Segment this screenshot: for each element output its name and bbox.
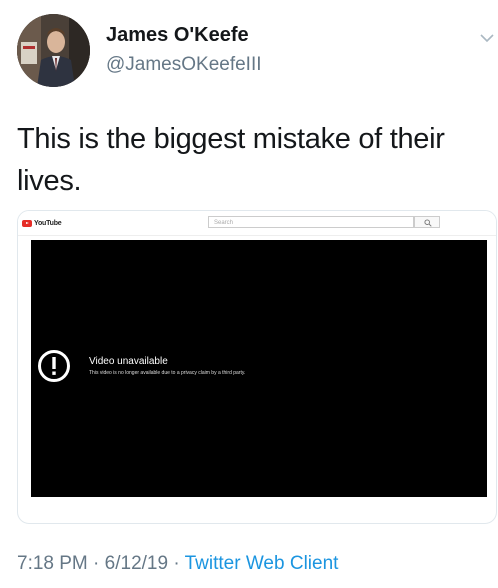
- meta-separator: ·: [173, 553, 180, 574]
- youtube-logo-icon: [22, 219, 32, 227]
- avatar[interactable]: [17, 14, 90, 87]
- chevron-down-icon[interactable]: [480, 30, 494, 43]
- exclamation-circle-icon: [37, 349, 71, 383]
- user-handle[interactable]: @JamesOKeefeIII: [106, 54, 262, 76]
- tweet-text: This is the biggest mistake of their liv…: [17, 123, 445, 197]
- tweet-source-link[interactable]: Twitter Web Client: [185, 553, 339, 574]
- tweet-date[interactable]: 6/12/19: [105, 553, 168, 574]
- video-unavailable-title: Video unavailable: [89, 356, 168, 367]
- youtube-header: YouTube Search: [18, 211, 496, 236]
- embedded-video-card[interactable]: YouTube Search Video unavailable This vi…: [17, 210, 497, 524]
- youtube-logo-text: YouTube: [34, 219, 62, 227]
- search-input[interactable]: Search: [208, 216, 414, 228]
- video-unavailable-message: This video is no longer available due to…: [89, 370, 246, 376]
- search-button[interactable]: [414, 216, 440, 228]
- video-player[interactable]: Video unavailable This video is no longe…: [31, 240, 487, 497]
- search-icon: [424, 219, 432, 227]
- display-name[interactable]: James O'Keefe: [106, 24, 249, 47]
- tweet-time[interactable]: 7:18 PM: [17, 553, 88, 574]
- youtube-logo[interactable]: YouTube: [22, 219, 62, 227]
- tweet-metadata: 7:18 PM · 6/12/19 · Twitter Web Client: [17, 553, 338, 575]
- meta-separator: ·: [93, 553, 100, 574]
